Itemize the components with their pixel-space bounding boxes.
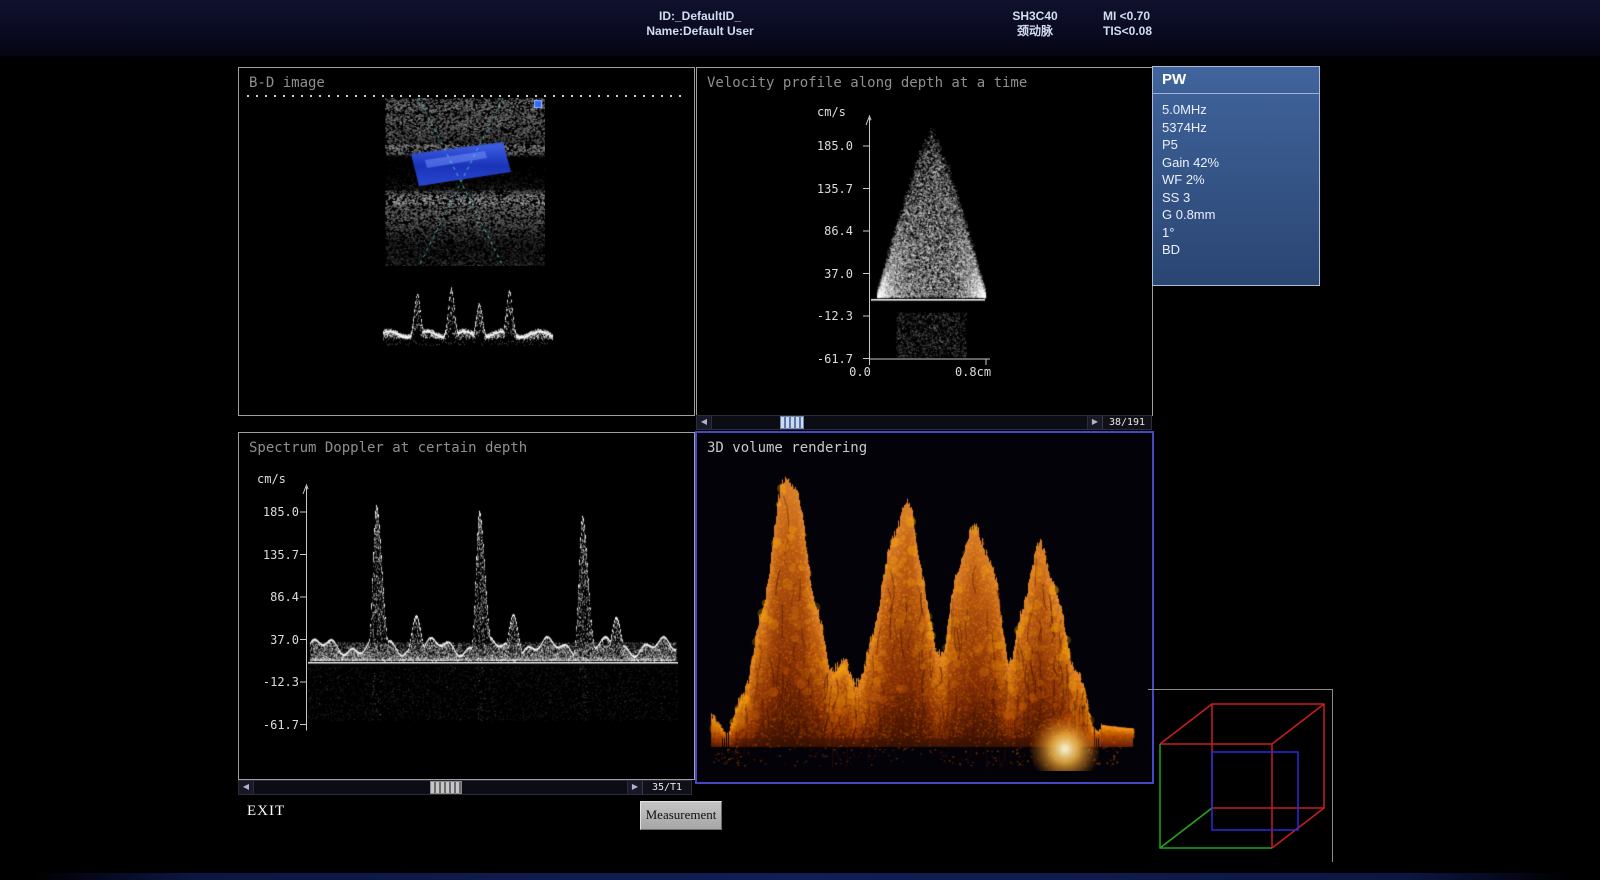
param-frequency: 5.0MHz — [1162, 101, 1219, 119]
pw-parameter-panel: PW 5.0MHz 5374Hz P5 Gain 42% WF 2% SS 3 … — [1152, 66, 1320, 286]
bd-image-panel[interactable]: B-D image — [238, 67, 695, 416]
volume-orientation-cube — [1148, 689, 1333, 862]
velocity-profile-panel[interactable]: Velocity profile along depth at a time c… — [696, 67, 1153, 416]
scroll-left-icon[interactable]: ◀ — [239, 781, 254, 794]
param-angle: 1° — [1162, 224, 1219, 242]
param-wall-filter: WF 2% — [1162, 171, 1219, 189]
volume-rendering-image — [703, 465, 1141, 771]
y-axis-unit: cm/s — [257, 472, 286, 486]
panel-title: Velocity profile along depth at a time — [707, 75, 1027, 91]
frame-scrollbar-top[interactable]: ◀ ▶ 38/191 — [696, 415, 1152, 430]
mi-value: MI <0.70 — [1103, 9, 1193, 24]
probe-model: SH3C40 — [985, 9, 1085, 24]
panel-title: Spectrum Doppler at certain depth — [249, 440, 527, 456]
patient-name: Name:Default User — [540, 24, 860, 39]
pw-trace-thumbnail — [379, 274, 557, 362]
scrollbar-track[interactable] — [712, 416, 1087, 429]
header-bar: ID:_DefaultID_ Name:Default User SH3C40 … — [0, 0, 1600, 56]
tis-value: TIS<0.08 — [1103, 24, 1193, 39]
cube-wireframe-icon — [1148, 690, 1332, 862]
exit-button[interactable]: EXIT — [247, 803, 285, 820]
scroll-right-icon[interactable]: ▶ — [627, 781, 642, 794]
depth-marker-dotted-line — [247, 95, 685, 97]
frame-scrollbar-bottom[interactable]: ◀ ▶ 35/T1 — [238, 780, 692, 795]
scrollbar-thumb[interactable] — [430, 781, 462, 794]
measurement-button[interactable]: Measurement — [640, 801, 722, 830]
param-gate: G 0.8mm — [1162, 206, 1219, 224]
separator — [1153, 93, 1319, 94]
param-ss: SS 3 — [1162, 189, 1219, 207]
acoustic-output-info: MI <0.70 TIS<0.08 — [1103, 9, 1193, 39]
y-axis-ticks: 185.0 135.7 86.4 37.0 -12.3 -61.7 — [797, 139, 853, 369]
bmode-color-doppler-image — [385, 98, 545, 266]
y-axis-unit: cm/s — [817, 105, 846, 119]
param-gain: Gain 42% — [1162, 154, 1219, 172]
velocity-profile-image — [871, 120, 991, 358]
param-bd: BD — [1162, 241, 1219, 259]
param-power: P5 — [1162, 136, 1219, 154]
scroll-right-icon[interactable]: ▶ — [1087, 416, 1102, 429]
spectrum-doppler-image — [308, 489, 678, 731]
exam-preset: 颈动脉 — [985, 24, 1085, 39]
x-axis-tick-1: 0.8cm — [947, 365, 999, 379]
panel-title: 3D volume rendering — [707, 440, 867, 456]
scrollbar-track[interactable] — [254, 781, 627, 794]
param-prf: 5374Hz — [1162, 119, 1219, 137]
patient-info: ID:_DefaultID_ Name:Default User — [540, 9, 860, 39]
probe-info: SH3C40 颈动脉 — [985, 9, 1085, 39]
pw-parameter-list: 5.0MHz 5374Hz P5 Gain 42% WF 2% SS 3 G 0… — [1162, 101, 1219, 259]
frame-counter: 38/191 — [1102, 416, 1151, 429]
scrollbar-thumb[interactable] — [780, 416, 804, 429]
y-axis-ticks: 185.0 135.7 86.4 37.0 -12.3 -61.7 — [251, 505, 299, 735]
ultrasound-app-screen: ID:_DefaultID_ Name:Default User SH3C40 … — [0, 0, 1600, 880]
bottom-edge-glow — [0, 873, 1600, 880]
panel-title: B-D image — [249, 75, 325, 91]
volume-rendering-panel[interactable]: 3D volume rendering — [695, 431, 1154, 784]
spectrum-doppler-panel[interactable]: Spectrum Doppler at certain depth cm/s 1… — [238, 432, 695, 780]
scroll-left-icon[interactable]: ◀ — [697, 416, 712, 429]
patient-id: ID:_DefaultID_ — [540, 9, 860, 24]
frame-counter: 35/T1 — [642, 781, 691, 794]
x-axis-tick-0: 0.0 — [843, 365, 877, 379]
mode-label: PW — [1162, 71, 1186, 88]
